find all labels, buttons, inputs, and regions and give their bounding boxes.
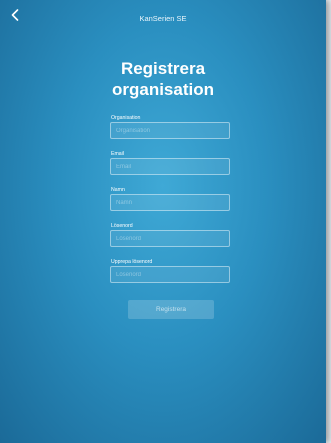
app-screen: KanSerien SE Registrera organisation Org…	[0, 0, 326, 443]
email-input[interactable]	[110, 158, 230, 175]
email-label: Email	[111, 151, 124, 157]
password-label: Lösenord	[111, 223, 133, 229]
password-repeat-input[interactable]	[110, 266, 230, 283]
page-title: Registrera organisation	[0, 58, 326, 100]
page-title-line-2: organisation	[111, 80, 214, 99]
password-input[interactable]	[110, 230, 230, 247]
nav-title: KanSerien SE	[139, 14, 187, 23]
navigation-bar: KanSerien SE	[0, 0, 326, 40]
register-button[interactable]: Registrera	[128, 300, 214, 319]
organisation-input[interactable]	[110, 122, 230, 139]
name-input[interactable]	[110, 194, 230, 211]
name-label: Namn	[111, 187, 125, 193]
password-repeat-label: Upprepa lösenord	[111, 259, 153, 265]
organisation-label: Organisation	[111, 115, 141, 121]
page-title-line-1: Registrera	[120, 59, 206, 78]
